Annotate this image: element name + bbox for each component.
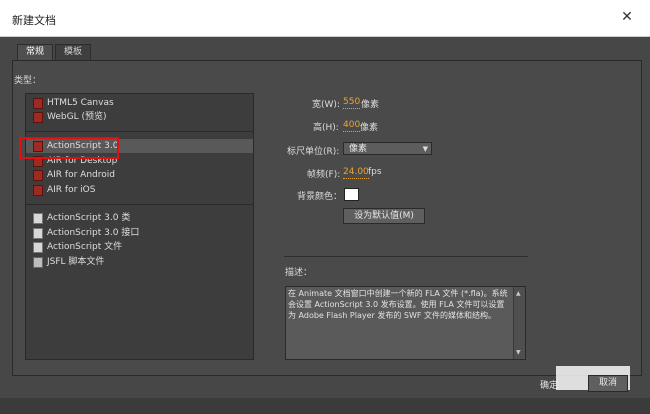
background-color-swatch[interactable] xyxy=(344,188,359,201)
list-divider xyxy=(26,131,253,132)
tab-bar: 常规 模板 xyxy=(17,44,93,61)
list-item-air-ios[interactable]: AIR for iOS xyxy=(26,183,253,197)
height-label: 高(H): xyxy=(313,123,339,133)
tab-general[interactable]: 常规 xyxy=(17,44,54,61)
cancel-button[interactable]: 取消 xyxy=(588,375,628,392)
frame-rate-value[interactable]: 24.00 xyxy=(343,167,369,179)
list-item-webgl[interactable]: WebGL (预览) xyxy=(26,110,253,124)
width-unit: 像素 xyxy=(361,100,380,110)
highlight-box xyxy=(19,137,119,159)
description-box[interactable]: 在 Animate 文档窗口中创建一个新的 FLA 文件 (*.fla)。系统会… xyxy=(285,286,526,360)
ruler-units-value: 像素 xyxy=(349,144,368,154)
description-scrollbar[interactable]: ▲ ▼ xyxy=(513,287,525,359)
animate-doc-icon xyxy=(33,170,43,181)
ruler-units-select[interactable]: 像素 ▼ xyxy=(343,142,432,155)
title-bar: 新建文档 ✕ xyxy=(0,0,650,37)
tab-templates[interactable]: 模板 xyxy=(55,44,92,60)
animate-doc-icon xyxy=(33,98,43,109)
list-item-air-android[interactable]: AIR for Android xyxy=(26,168,253,182)
animate-doc-icon xyxy=(33,185,43,196)
chevron-down-icon: ▼ xyxy=(422,145,428,153)
description-label: 描述： xyxy=(285,268,313,278)
scroll-down-icon[interactable]: ▼ xyxy=(516,347,521,358)
list-item-as3-interface[interactable]: ActionScript 3.0 接口 xyxy=(26,226,253,240)
list-divider xyxy=(26,204,253,205)
list-item-as-file[interactable]: ActionScript 文件 xyxy=(26,240,253,254)
script-file-icon xyxy=(33,228,43,239)
frame-rate-unit: fps xyxy=(368,167,382,177)
list-item-jsfl-file[interactable]: JSFL 脚本文件 xyxy=(26,255,253,269)
section-divider xyxy=(284,256,528,257)
type-label: 类型： xyxy=(14,76,42,86)
scroll-up-icon[interactable]: ▲ xyxy=(516,288,521,299)
background-color-label: 背景颜色： xyxy=(297,192,343,202)
description-text: 在 Animate 文档窗口中创建一个新的 FLA 文件 (*.fla)。系统会… xyxy=(288,289,508,320)
width-value[interactable]: 550 xyxy=(343,97,361,109)
list-item-as3-class[interactable]: ActionScript 3.0 类 xyxy=(26,211,253,225)
animate-doc-icon xyxy=(33,112,43,123)
script-file-icon xyxy=(33,213,43,224)
jsfl-file-icon xyxy=(33,257,43,268)
bottom-strip xyxy=(0,398,650,414)
height-value[interactable]: 400 xyxy=(343,120,361,132)
document-type-list: HTML5 Canvas WebGL (预览) ActionScript 3.0… xyxy=(25,93,254,360)
close-icon[interactable]: ✕ xyxy=(618,8,636,26)
script-file-icon xyxy=(33,242,43,253)
list-item-html5-canvas[interactable]: HTML5 Canvas xyxy=(26,96,253,110)
set-default-button[interactable]: 设为默认值(M) xyxy=(343,208,425,224)
height-unit: 像素 xyxy=(360,123,379,133)
new-document-dialog: 新建文档 ✕ 常规 模板 类型： HTML5 Canvas WebGL (预览)… xyxy=(0,0,650,414)
dialog-title: 新建文档 xyxy=(12,14,56,27)
frame-rate-label: 帧频(F): xyxy=(307,170,341,180)
width-label: 宽(W): xyxy=(312,100,340,110)
ruler-units-label: 标尺单位(R): xyxy=(287,147,340,157)
